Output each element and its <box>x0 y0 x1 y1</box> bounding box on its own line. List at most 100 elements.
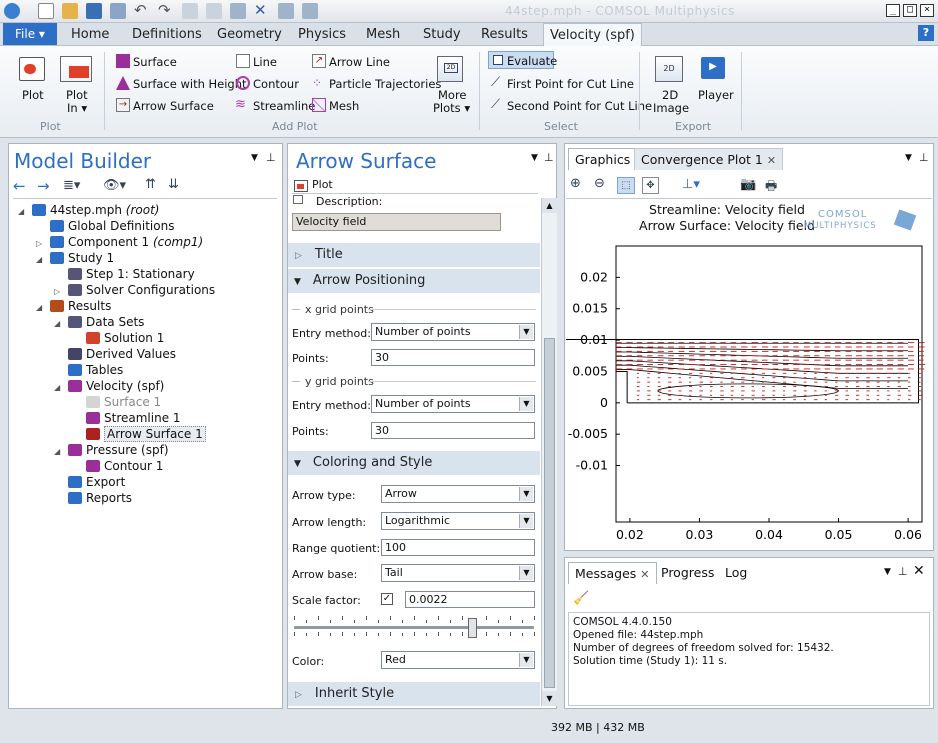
tab-home[interactable]: Home <box>71 23 109 46</box>
maximize-button[interactable]: □ <box>903 4 917 17</box>
tree-item-solver-configurations[interactable]: ▷ Solver Configurations <box>14 282 276 298</box>
panel-menu-icon[interactable]: ▼ <box>884 567 891 577</box>
new-file-icon[interactable] <box>38 3 54 19</box>
tree-item-component-1[interactable]: ▷ Component 1 (comp1) <box>14 234 276 250</box>
arrow-type-select[interactable]: Arrow ▼ <box>381 485 535 503</box>
section-coloring-style[interactable]: ▼ Coloring and Style <box>288 451 540 475</box>
pin-icon[interactable]: ⊥ <box>919 151 929 164</box>
y-entry-method-select[interactable]: Number of points ▼ <box>371 395 535 413</box>
tree-item-arrow-surface-1[interactable]: Arrow Surface 1 <box>14 426 276 442</box>
surface-button[interactable]: Surface <box>133 55 177 69</box>
clear-broom-icon[interactable]: 🧹 <box>573 591 589 606</box>
back-arrow-icon[interactable]: ← <box>13 177 26 195</box>
section-arrow-positioning[interactable]: ▼ Arrow Positioning <box>288 269 540 293</box>
file-menu-button[interactable]: File ▾ <box>3 23 57 45</box>
minimize-button[interactable]: _ <box>886 4 900 17</box>
arrow-surface-button[interactable]: Arrow Surface <box>133 99 214 113</box>
scale-factor-slider[interactable] <box>294 612 534 642</box>
plot-button[interactable]: Plot <box>22 88 44 102</box>
plot-icon[interactable] <box>294 180 308 192</box>
more-plots-button[interactable]: More <box>438 88 467 102</box>
tree-item-data-sets[interactable]: ◢ Data Sets <box>14 314 276 330</box>
evaluate-button[interactable]: Evaluate <box>488 51 554 69</box>
settings-scrollbar[interactable]: ▲ ▼ <box>541 198 557 706</box>
tree-item-solution-1[interactable]: Solution 1 <box>14 330 276 346</box>
help-icon[interactable]: ? <box>918 25 934 41</box>
axis-orientation-icon[interactable]: ⊥▾ <box>682 177 700 192</box>
tree-item-tables[interactable]: Tables <box>14 362 276 378</box>
tree-item-study-1[interactable]: ◢ Study 1 <box>14 250 276 266</box>
pin-icon[interactable]: ⊥ <box>544 151 554 164</box>
undo-icon[interactable]: ↶ <box>134 3 150 19</box>
expand-all-icon[interactable]: ⇊ <box>168 177 179 192</box>
panel-menu-icon[interactable]: ▼ <box>531 153 538 163</box>
more-plots-icon[interactable]: 2D <box>437 56 463 82</box>
y-points-input[interactable]: 30 <box>371 422 535 439</box>
x-entry-method-select[interactable]: Number of points ▼ <box>371 323 535 341</box>
second-point-button[interactable]: Second Point for Cut Line <box>507 99 652 113</box>
image-2d-button[interactable]: 2D <box>662 88 678 102</box>
forward-arrow-icon[interactable]: → <box>37 177 50 195</box>
open-folder-icon[interactable] <box>62 3 78 19</box>
description-field[interactable]: Velocity field <box>292 213 501 231</box>
tab-convergence-plot[interactable]: Convergence Plot 1 ✕ <box>634 148 783 170</box>
close-icon[interactable]: ✕ <box>640 568 649 581</box>
range-quotient-input[interactable]: 100 <box>381 539 535 556</box>
image-2d-icon[interactable]: 2D <box>655 56 683 82</box>
collapse-all-icon[interactable]: ⇈ <box>145 177 156 192</box>
tree-item-export[interactable]: Export <box>14 474 276 490</box>
close-icon[interactable]: ✕ <box>913 563 925 579</box>
paste-icon[interactable] <box>206 3 222 19</box>
plot-icon[interactable] <box>19 57 45 81</box>
tree-item-global-definitions[interactable]: Global Definitions <box>14 218 276 234</box>
pin-icon[interactable]: ⊥ <box>266 151 276 164</box>
tree-item-streamline-1[interactable]: Streamline 1 <box>14 410 276 426</box>
tree-item-results[interactable]: ◢ Results <box>14 298 276 314</box>
arrow-base-select[interactable]: Tail ▼ <box>381 564 535 582</box>
graphics-canvas[interactable]: Streamline: Velocity field Arrow Surface… <box>566 200 932 550</box>
surface-with-height-button[interactable]: Surface with Height <box>133 77 247 91</box>
tab-velocity-spf[interactable]: Velocity (spf) <box>543 23 642 46</box>
player-icon[interactable]: ▶ <box>701 57 725 79</box>
tree-item-pressure-spf[interactable]: ◢ Pressure (spf) <box>14 442 276 458</box>
tree-item-contour-1[interactable]: Contour 1 <box>14 458 276 474</box>
delete-icon[interactable]: ✕ <box>254 3 270 19</box>
scale-factor-checkbox[interactable]: ✓ <box>381 593 393 605</box>
zoom-out-icon[interactable]: ⊖ <box>594 176 605 191</box>
tree-item-velocity-spf[interactable]: ◢ Velocity (spf) <box>14 378 276 394</box>
settings-plot-button[interactable]: Plot <box>312 178 333 191</box>
color-select[interactable]: Red ▼ <box>381 651 535 669</box>
eye-icon[interactable]: 👁▾ <box>103 178 126 193</box>
tab-results[interactable]: Results <box>481 23 528 46</box>
tab-geometry[interactable]: Geometry <box>217 23 282 46</box>
arrow-length-select[interactable]: Logarithmic ▼ <box>381 512 535 530</box>
scale-factor-input[interactable]: 0.0022 <box>405 591 535 608</box>
scrollbar-thumb[interactable] <box>544 338 555 688</box>
camera-icon[interactable]: 📷 <box>740 177 756 192</box>
slider-thumb[interactable] <box>468 618 477 638</box>
tree-item-step-1-stationary[interactable]: Step 1: Stationary <box>14 266 276 282</box>
print-icon[interactable]: 🖶 <box>765 177 777 199</box>
tree-item-root[interactable]: ◢ 44step.mph (root) <box>14 202 276 218</box>
player-button[interactable]: Player <box>698 88 734 102</box>
mesh-button[interactable]: Mesh <box>329 99 359 113</box>
tab-progress[interactable]: Progress <box>655 562 720 584</box>
more-plots-label2[interactable]: Plots ▾ <box>433 101 470 115</box>
zoom-in-icon[interactable]: ⊕ <box>570 176 581 191</box>
panel-menu-icon[interactable]: ▼ <box>905 153 912 163</box>
tree-item-reports[interactable]: Reports <box>14 490 276 506</box>
zoom-extents-icon[interactable]: ✥ <box>642 177 659 194</box>
tab-physics[interactable]: Physics <box>298 23 346 46</box>
section-title[interactable]: ▷ Title <box>288 243 540 267</box>
tree-item-surface-1[interactable]: Surface 1 <box>14 394 276 410</box>
save-icon[interactable] <box>86 3 102 19</box>
redo-icon[interactable]: ↷ <box>158 3 174 19</box>
x-points-input[interactable]: 30 <box>371 349 535 366</box>
close-button[interactable]: × <box>920 4 934 17</box>
tree-item-derived-values[interactable]: Derived Values <box>14 346 276 362</box>
line-button[interactable]: Line <box>253 55 277 69</box>
duplicate-icon[interactable] <box>230 3 246 19</box>
app-icon[interactable] <box>4 3 20 19</box>
plot-in-label2[interactable]: In ▾ <box>67 101 87 115</box>
panel-menu-icon[interactable]: ▼ <box>251 153 258 163</box>
